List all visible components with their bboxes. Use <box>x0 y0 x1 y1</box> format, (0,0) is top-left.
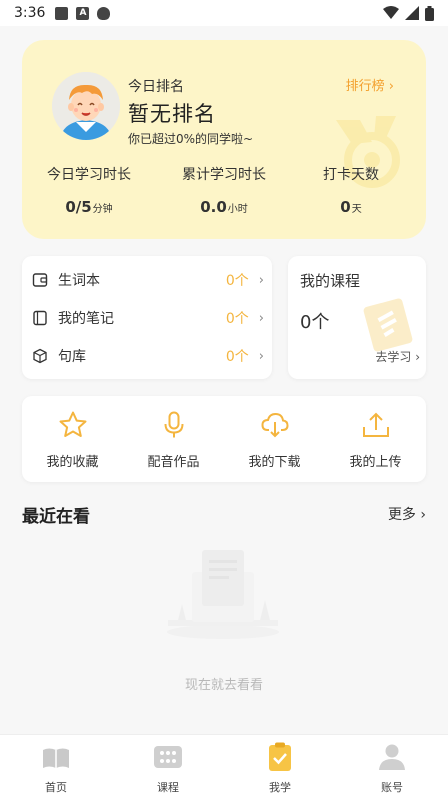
rank-subtitle: 你已超过0%的同学啦~ <box>128 132 254 146</box>
stat-label: 累计学习时长 <box>182 167 266 183</box>
rank-card: 今日排名 暂无排名 你已超过0%的同学啦~ 排行榜 › 今日学习时长 0/5分钟… <box>22 40 426 239</box>
recent-section-title: 最近在看 <box>22 507 90 527</box>
microphone-icon <box>164 411 184 438</box>
stat-value: 0.0小时 <box>200 198 248 216</box>
my-courses-card[interactable]: 我的课程 0个 去学习 › <box>288 256 426 379</box>
word-row-label: 生词本 <box>58 273 100 289</box>
action-label: 我的上传 <box>349 455 402 470</box>
a-notification-icon: A <box>76 6 90 20</box>
rank-label: 今日排名 <box>128 79 184 95</box>
book-icon <box>43 748 69 768</box>
action-label: 配音作品 <box>147 455 200 470</box>
stat-value: 0天 <box>340 198 362 216</box>
profile-page: 今日排名 暂无排名 你已超过0%的同学啦~ 排行榜 › 今日学习时长 0/5分钟… <box>0 26 448 734</box>
action-label: 我的下载 <box>248 455 301 470</box>
word-row-label: 我的笔记 <box>58 311 114 327</box>
upload-icon <box>363 412 389 437</box>
chevron-right-icon: › <box>258 348 264 364</box>
bottom-nav: 首页 课程 我学 账号 <box>0 734 448 796</box>
app-notification-icon <box>55 6 69 20</box>
nav-courses[interactable]: 课程 <box>112 735 224 796</box>
wallet-icon <box>32 273 48 287</box>
battery-icon <box>425 5 434 21</box>
go-study-link[interactable]: 去学习 › <box>375 348 420 365</box>
word-row-label: 句库 <box>58 349 86 365</box>
chevron-right-icon: › <box>258 272 264 288</box>
nav-label: 课程 <box>157 781 179 794</box>
avatar[interactable] <box>52 72 120 140</box>
nav-account[interactable]: 账号 <box>336 735 448 796</box>
stat-value: 0/5分钟 <box>65 198 113 216</box>
cloud-download-icon <box>261 412 289 438</box>
user-icon <box>379 744 405 770</box>
dubbing-works-button[interactable]: 配音作品 <box>123 396 224 482</box>
shield-notification-icon <box>97 6 111 20</box>
wifi-icon <box>383 6 399 19</box>
notebook-icon <box>33 310 47 326</box>
sentence-bank-row[interactable]: 句库 0个 › <box>32 344 264 368</box>
nav-my-study[interactable]: 我学 <box>224 735 336 796</box>
word-row-count: 0个 <box>225 349 249 365</box>
downloads-button[interactable]: 我的下载 <box>224 396 325 482</box>
empty-state-text: 现在就去看看 <box>184 678 263 693</box>
vocabulary-row[interactable]: 生词本 0个 › <box>32 268 264 292</box>
status-bar: 3:36 A <box>0 0 448 26</box>
word-row-count: 0个 <box>225 311 249 327</box>
nav-label: 我学 <box>269 781 291 794</box>
ranking-link[interactable]: 排行榜 › <box>346 75 394 94</box>
cube-icon <box>33 348 47 364</box>
course-title: 我的课程 <box>300 272 361 290</box>
course-count: 0个 <box>300 312 330 333</box>
grid-icon <box>154 746 182 768</box>
signal-icon <box>405 6 419 20</box>
stat-label: 今日学习时长 <box>47 167 131 183</box>
status-time: 3:36 <box>14 5 46 21</box>
stat-checkin: 打卡天数 0天 <box>284 164 418 216</box>
stat-label: 打卡天数 <box>323 167 379 183</box>
more-link[interactable]: 更多 › <box>388 504 426 524</box>
word-list-card: 生词本 0个 › 我的笔记 0个 › 句库 0个 › <box>22 256 272 379</box>
favorites-button[interactable]: 我的收藏 <box>22 396 123 482</box>
stat-total: 累计学习时长 0.0小时 <box>157 164 291 216</box>
action-label: 我的收藏 <box>46 455 99 470</box>
nav-label: 首页 <box>45 781 67 794</box>
uploads-button[interactable]: 我的上传 <box>325 396 426 482</box>
course-book-icon <box>363 298 413 352</box>
chevron-right-icon: › <box>258 310 264 326</box>
stat-today: 今日学习时长 0/5分钟 <box>22 164 156 216</box>
rank-title: 暂无排名 <box>128 102 216 126</box>
nav-label: 账号 <box>381 781 403 794</box>
quick-actions-card: 我的收藏 配音作品 我的下载 我的上传 <box>22 396 426 482</box>
notes-row[interactable]: 我的笔记 0个 › <box>32 306 264 330</box>
clipboard-check-icon <box>269 742 291 771</box>
star-icon <box>59 411 87 437</box>
word-row-count: 0个 <box>225 273 249 289</box>
empty-state-illustration <box>167 550 279 639</box>
nav-home[interactable]: 首页 <box>0 735 112 796</box>
avatar-boy-icon <box>52 72 120 140</box>
